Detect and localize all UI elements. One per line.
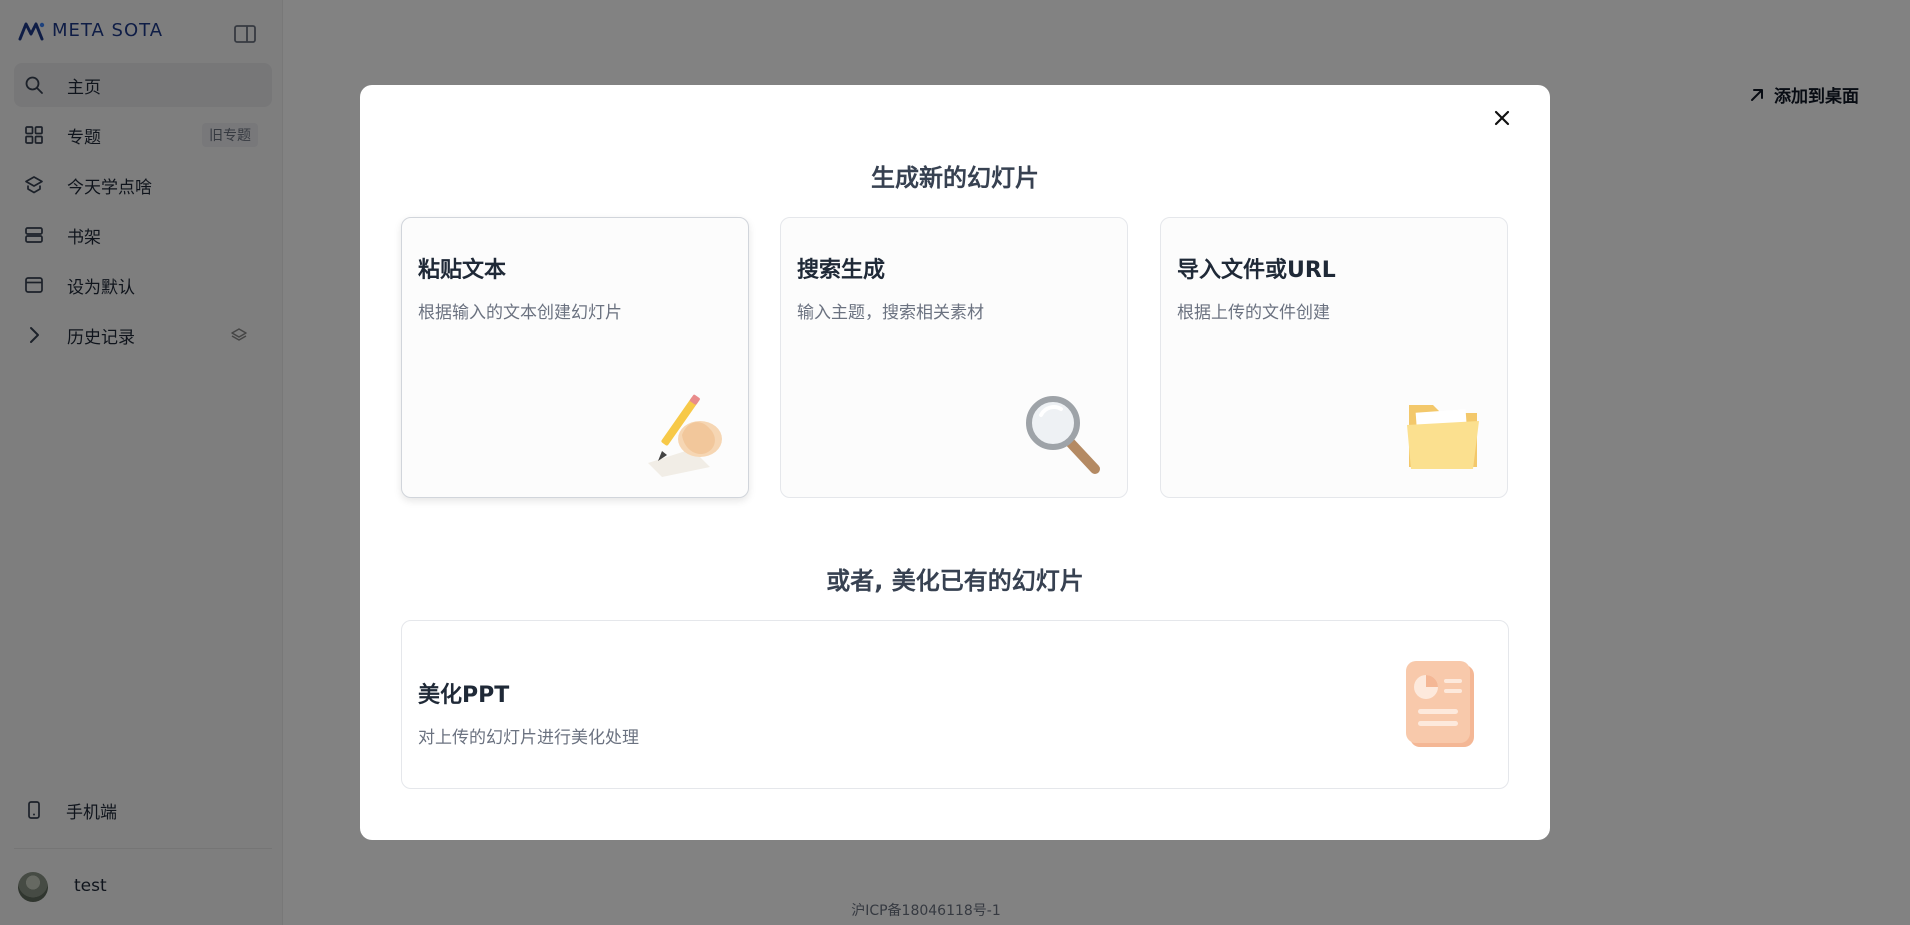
create-slides-modal: 生成新的幻灯片 粘贴文本 根据输入的文本创建幻灯片 搜索生成 输入主题，搜索相关… xyxy=(360,85,1550,840)
folder-icon xyxy=(1399,389,1489,479)
close-icon[interactable] xyxy=(1485,101,1519,135)
ppt-document-icon xyxy=(1402,659,1482,751)
search-generate-card[interactable]: 搜索生成 输入主题，搜索相关素材 xyxy=(780,217,1128,498)
card-description: 对上传的幻灯片进行美化处理 xyxy=(418,728,639,748)
card-description: 根据上传的文件创建 xyxy=(1177,303,1330,323)
card-description: 输入主题，搜索相关素材 xyxy=(797,303,984,323)
card-title: 美化PPT xyxy=(418,683,510,708)
magnifier-icon xyxy=(1019,389,1109,479)
beautify-ppt-card[interactable]: 美化PPT 对上传的幻灯片进行美化处理 xyxy=(401,620,1509,789)
card-title: 导入文件或URL xyxy=(1177,258,1336,283)
writing-hand-icon xyxy=(640,389,730,479)
import-file-url-card[interactable]: 导入文件或URL 根据上传的文件创建 xyxy=(1160,217,1508,498)
card-title: 粘贴文本 xyxy=(418,258,507,283)
generate-new-title: 生成新的幻灯片 xyxy=(871,164,1039,192)
card-title: 搜索生成 xyxy=(797,258,886,283)
paste-text-card[interactable]: 粘贴文本 根据输入的文本创建幻灯片 xyxy=(401,217,749,498)
card-description: 根据输入的文本创建幻灯片 xyxy=(418,303,622,323)
beautify-existing-title: 或者, 美化已有的幻灯片 xyxy=(826,567,1084,595)
